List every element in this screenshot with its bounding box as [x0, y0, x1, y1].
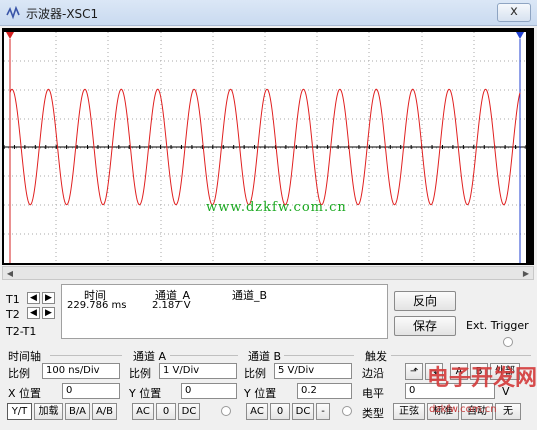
channel-a-y-position-label: Y 位置 — [129, 387, 162, 400]
cursor-t2-t1-label: T2-T1 — [6, 325, 37, 338]
channel-a-scale-field[interactable]: 1 V/Div — [159, 363, 237, 379]
logo-watermark-text: 电子开发网 — [427, 365, 537, 391]
channel-b-title: 通道 B — [248, 350, 282, 363]
t1-left-arrow-icon[interactable]: ◀ — [27, 292, 40, 304]
readout-t1-channel-a: 2.187 V — [152, 300, 191, 311]
scope-screen — [3, 32, 527, 263]
channel-b-scale-label: 比例 — [244, 367, 266, 380]
timebase-divider — [50, 355, 122, 356]
timebase-scale-field[interactable]: 100 ns/Div — [42, 363, 120, 379]
t2-right-arrow-icon[interactable]: ▶ — [42, 307, 55, 319]
channel-a-y-position-field[interactable]: 0 — [181, 383, 237, 399]
channel-b-dc-button[interactable]: DC — [292, 403, 314, 420]
cursor-t2-marker[interactable] — [516, 32, 524, 39]
x-position-field[interactable]: 0 — [62, 383, 120, 399]
x-position-label: X 位置 — [8, 387, 42, 400]
t2-left-arrow-icon[interactable]: ◀ — [27, 307, 40, 319]
cursor-t1-marker[interactable] — [6, 32, 14, 39]
trigger-type-label: 类型 — [362, 407, 384, 420]
channel-a-divider — [170, 355, 238, 356]
timebase-title: 时间轴 — [8, 350, 41, 363]
readout-t1-time: 229.786 ms — [67, 300, 127, 311]
mode-yt-button[interactable]: Y/T — [7, 403, 32, 420]
mode-ab-button[interactable]: A/B — [92, 403, 117, 420]
cursor-t1-label: T1 — [6, 293, 20, 306]
channel-a-ac-button[interactable]: AC — [132, 403, 154, 420]
channel-b-terminal[interactable] — [342, 406, 352, 416]
trigger-divider — [391, 355, 531, 356]
channel-b-y-position-label: Y 位置 — [244, 387, 277, 400]
channel-a-zero-button[interactable]: 0 — [156, 403, 176, 420]
t1-right-arrow-icon[interactable]: ▶ — [42, 292, 55, 304]
channel-b-minus-button[interactable]: - — [316, 403, 330, 420]
scroll-left-icon[interactable]: ◀ — [4, 268, 16, 279]
timebase-scale-label: 比例 — [8, 367, 30, 380]
reverse-button[interactable]: 反向 — [394, 291, 456, 311]
channel-a-terminal[interactable] — [221, 406, 231, 416]
channel-a-scale-label: 比例 — [129, 367, 151, 380]
channel-b-y-position-field[interactable]: 0.2 — [297, 383, 352, 399]
scope-display — [3, 32, 527, 263]
channel-b-zero-button[interactable]: 0 — [270, 403, 290, 420]
watermark-text: www.dzkfw.com.cn — [206, 200, 347, 215]
ext-trigger-terminal[interactable] — [503, 337, 513, 347]
channel-a-title: 通道 A — [133, 350, 167, 363]
logo-watermark: 电子开发网 dzkfw.com.cn — [403, 360, 537, 424]
title-bar: 示波器-XSC1 x — [0, 0, 537, 26]
save-button[interactable]: 保存 — [394, 316, 456, 336]
channel-b-scale-field[interactable]: 5 V/Div — [274, 363, 352, 379]
trigger-edge-label: 边沿 — [362, 367, 384, 380]
channel-a-dc-button[interactable]: DC — [178, 403, 200, 420]
measurement-readout: 时间 通道_A 通道_B 229.786 ms 2.187 V — [61, 284, 388, 339]
window-title: 示波器-XSC1 — [26, 7, 99, 21]
trigger-title: 触发 — [365, 350, 387, 363]
mode-load-button[interactable]: 加载 — [34, 403, 63, 420]
logo-watermark-url: dzkfw.com.cn — [429, 404, 497, 415]
channel-b-divider — [284, 355, 354, 356]
horizontal-scrollbar[interactable]: ◀ ▶ — [2, 266, 534, 280]
ext-trigger-label: Ext. Trigger — [466, 319, 529, 332]
oscilloscope-app-icon — [6, 6, 20, 20]
trigger-level-label: 电平 — [362, 387, 384, 400]
cursor-t2-label: T2 — [6, 308, 20, 321]
readout-header-channel-b: 通道_B — [232, 289, 268, 302]
close-button[interactable]: x — [497, 3, 531, 22]
scroll-right-icon[interactable]: ▶ — [520, 268, 532, 279]
channel-b-ac-button[interactable]: AC — [246, 403, 268, 420]
mode-ba-button[interactable]: B/A — [65, 403, 90, 420]
